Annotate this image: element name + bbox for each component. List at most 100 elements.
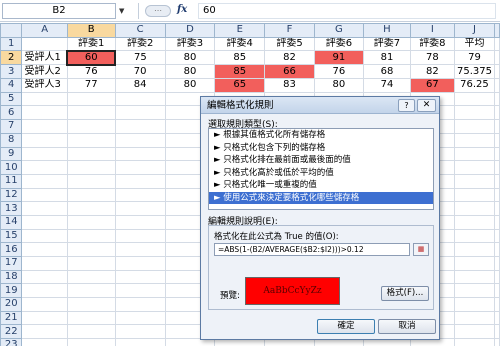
cell[interactable] bbox=[114, 214, 166, 230]
cell[interactable] bbox=[114, 119, 166, 134]
column-header-d[interactable]: D bbox=[164, 23, 216, 38]
rule-type-list[interactable]: ► 根據其值格式化所有儲存格 ► 只格式化包含下列的儲存格 ► 只格式化排在最前面或… bbox=[208, 128, 434, 210]
cell[interactable]: 67 bbox=[409, 78, 455, 93]
cell[interactable] bbox=[66, 146, 116, 162]
cell[interactable] bbox=[21, 132, 68, 148]
cell[interactable] bbox=[494, 201, 500, 216]
cell[interactable] bbox=[453, 324, 496, 340]
cell[interactable] bbox=[494, 36, 500, 52]
cell[interactable] bbox=[453, 105, 496, 121]
cell[interactable] bbox=[453, 297, 496, 312]
cell[interactable]: 80 bbox=[164, 78, 216, 93]
cell[interactable] bbox=[494, 297, 500, 312]
cell[interactable] bbox=[453, 310, 496, 326]
cell[interactable] bbox=[114, 160, 166, 175]
format-button[interactable]: 格式(F)... bbox=[381, 286, 429, 301]
cell[interactable] bbox=[494, 187, 500, 203]
column-header-b[interactable]: B bbox=[66, 23, 116, 38]
cell[interactable] bbox=[494, 160, 500, 175]
cell[interactable] bbox=[66, 228, 116, 244]
column-header-j[interactable]: J bbox=[453, 23, 496, 38]
cell[interactable] bbox=[494, 242, 500, 257]
cell[interactable]: 平均 bbox=[453, 36, 496, 52]
column-header-g[interactable]: G bbox=[313, 23, 365, 38]
cell[interactable] bbox=[66, 91, 116, 107]
cell[interactable] bbox=[66, 283, 116, 299]
row-header[interactable]: 23 bbox=[0, 338, 23, 346]
cell[interactable] bbox=[114, 132, 166, 148]
cell[interactable] bbox=[66, 256, 116, 271]
cell[interactable] bbox=[21, 269, 68, 285]
cell[interactable] bbox=[114, 283, 166, 299]
insert-function-icon[interactable]: fx bbox=[177, 4, 187, 15]
row-header[interactable]: 14 bbox=[0, 214, 23, 230]
column-header-f[interactable]: F bbox=[264, 23, 315, 38]
cell[interactable]: 評委5 bbox=[264, 36, 315, 52]
cell[interactable] bbox=[114, 297, 166, 312]
help-icon[interactable]: ? bbox=[398, 99, 415, 112]
cell[interactable]: 81 bbox=[363, 50, 411, 66]
cell[interactable] bbox=[21, 105, 68, 121]
cell[interactable]: 68 bbox=[363, 64, 411, 80]
cell[interactable] bbox=[114, 228, 166, 244]
cell[interactable] bbox=[494, 50, 500, 66]
cell[interactable] bbox=[114, 269, 166, 285]
cell[interactable] bbox=[494, 132, 500, 148]
cell[interactable] bbox=[494, 256, 500, 271]
row-header[interactable]: 8 bbox=[0, 132, 23, 148]
cell[interactable] bbox=[114, 310, 166, 326]
row-header[interactable]: 9 bbox=[0, 146, 23, 162]
cell[interactable] bbox=[114, 324, 166, 340]
row-header[interactable]: 19 bbox=[0, 283, 23, 299]
cell[interactable] bbox=[453, 256, 496, 271]
cell[interactable] bbox=[21, 119, 68, 134]
cell[interactable] bbox=[494, 283, 500, 299]
row-header[interactable]: 4 bbox=[0, 78, 23, 93]
cell[interactable] bbox=[66, 269, 116, 285]
row-header[interactable]: 15 bbox=[0, 228, 23, 244]
cell[interactable] bbox=[21, 173, 68, 189]
cell[interactable]: 評委3 bbox=[164, 36, 216, 52]
cell[interactable]: 80 bbox=[164, 50, 216, 66]
range-select-icon[interactable]: ▦ bbox=[413, 243, 429, 256]
cell[interactable] bbox=[21, 201, 68, 216]
row-header[interactable]: 18 bbox=[0, 269, 23, 285]
rule-type-item[interactable]: ► 使用公式來決定要格式化哪些儲存格 bbox=[209, 191, 433, 204]
cell[interactable] bbox=[66, 338, 116, 346]
cell[interactable] bbox=[21, 242, 68, 257]
cell[interactable]: 評委1 bbox=[66, 36, 116, 52]
select-all-corner[interactable] bbox=[0, 23, 23, 38]
rule-type-item[interactable]: ► 只格式化包含下列的儲存格 bbox=[209, 142, 433, 155]
row-header[interactable]: 1 bbox=[0, 36, 23, 52]
cell[interactable]: 74 bbox=[363, 78, 411, 93]
column-header-c[interactable]: C bbox=[114, 23, 166, 38]
cell[interactable] bbox=[453, 146, 496, 162]
cell[interactable] bbox=[114, 173, 166, 189]
cell[interactable] bbox=[66, 160, 116, 175]
cell[interactable] bbox=[114, 187, 166, 203]
cell[interactable] bbox=[494, 214, 500, 230]
cell[interactable] bbox=[66, 132, 116, 148]
row-header[interactable]: 16 bbox=[0, 242, 23, 257]
cell[interactable]: 79 bbox=[453, 50, 496, 66]
cell[interactable] bbox=[21, 310, 68, 326]
cell[interactable] bbox=[453, 214, 496, 230]
cell[interactable] bbox=[66, 242, 116, 257]
cell[interactable] bbox=[114, 105, 166, 121]
cell[interactable] bbox=[66, 310, 116, 326]
cell[interactable] bbox=[494, 324, 500, 340]
cancel-button[interactable]: 取消 bbox=[378, 319, 436, 334]
row-header[interactable]: 5 bbox=[0, 91, 23, 107]
cell[interactable]: 85 bbox=[214, 50, 266, 66]
cell[interactable]: 66 bbox=[264, 64, 315, 80]
cell[interactable] bbox=[453, 160, 496, 175]
cell[interactable] bbox=[114, 338, 166, 346]
cell[interactable] bbox=[21, 36, 68, 52]
cell[interactable] bbox=[453, 173, 496, 189]
cell[interactable]: 85 bbox=[214, 64, 266, 80]
cell[interactable] bbox=[66, 105, 116, 121]
row-header[interactable]: 11 bbox=[0, 173, 23, 189]
rule-type-item[interactable]: ► 只格式化排在最前面或最後面的值 bbox=[209, 154, 433, 167]
cell[interactable] bbox=[114, 242, 166, 257]
cell[interactable]: 受評人2 bbox=[21, 64, 68, 80]
